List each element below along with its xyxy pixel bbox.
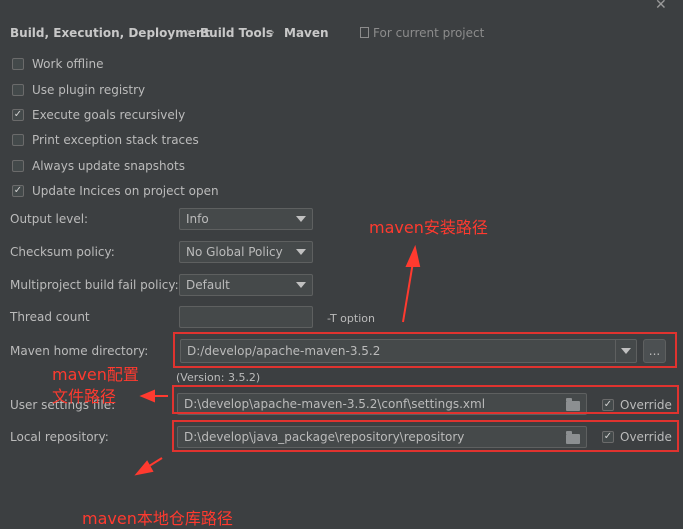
annotation-arrows	[134, 244, 421, 476]
arrow-head-up-icon	[405, 244, 421, 267]
arrow-head-left-icon	[139, 389, 155, 403]
arrow-head-down-left-icon	[134, 460, 154, 476]
arrow-to-install	[402, 261, 414, 323]
